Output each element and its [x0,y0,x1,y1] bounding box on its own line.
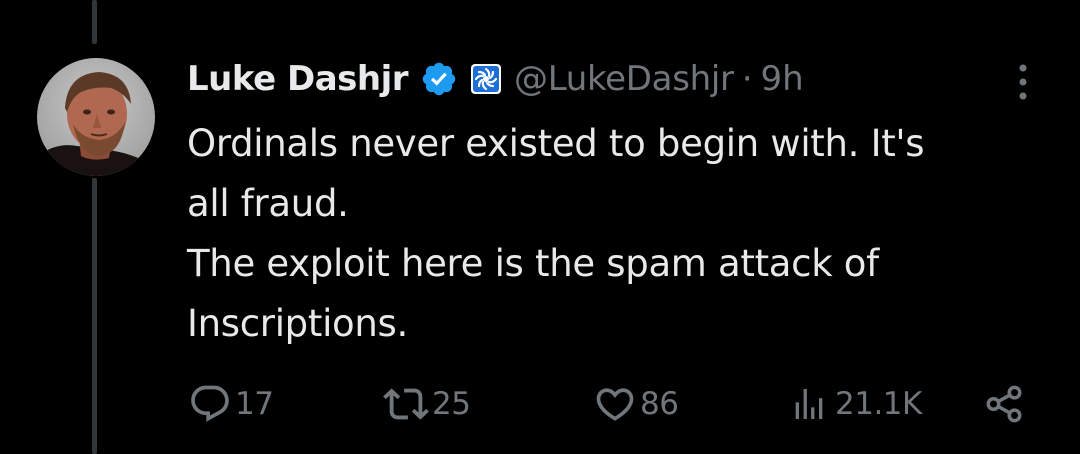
share-icon [986,385,1022,423]
like-button[interactable]: 86 [593,377,679,431]
avatar[interactable] [37,58,155,176]
retweet-button[interactable]: 25 [383,377,471,431]
tweet-text: Ordinals never existed to begin with. It… [187,114,1037,354]
author-handle[interactable]: @LukeDashjr [514,59,734,99]
affiliate-badge-icon[interactable] [470,63,502,95]
tweet-text-line: Ordinals never existed to begin with. It… [187,122,925,165]
thread-line-top [92,0,97,44]
reply-button[interactable]: 17 [188,377,274,431]
retweet-count: 25 [432,386,471,422]
header-separator: · [741,59,753,99]
more-vertical-icon[interactable] [1013,62,1033,102]
views-button[interactable]: 21.1K [789,377,922,431]
analytics-icon [795,389,823,419]
tweet-text-line: The exploit here is the spam attack of [187,242,879,285]
tweet-text-line: Inscriptions. [187,302,408,345]
reply-icon [191,385,229,422]
tweet-header: Luke Dashjr @LukeDashjr · 9h [187,52,804,106]
verified-badge-icon[interactable] [420,60,458,98]
tweet-actions: 17 25 86 21.1K [0,377,1080,431]
display-name[interactable]: Luke Dashjr [187,59,409,99]
heart-icon [596,388,634,421]
like-count: 86 [640,386,679,422]
avatar-image [37,58,155,176]
retweet-icon [383,388,429,420]
tweet-text-line: all fraud. [187,182,349,225]
tweet-timestamp[interactable]: 9h [761,59,804,99]
views-count: 21.1K [835,386,922,422]
reply-count: 17 [235,386,274,422]
share-button[interactable] [983,377,1025,431]
